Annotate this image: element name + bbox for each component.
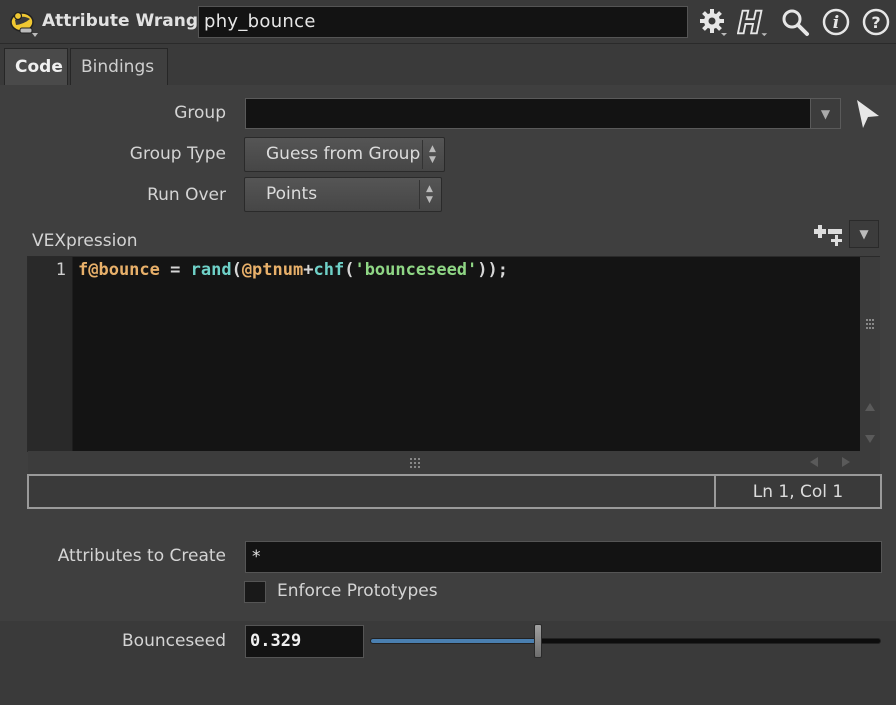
- group-type-menu[interactable]: Guess from Group ▲ ▼: [244, 137, 445, 172]
- bounceseed-label: Bounceseed: [122, 631, 226, 651]
- help-icon[interactable]: ?: [860, 6, 892, 38]
- code-token-function: chf: [313, 260, 345, 280]
- svg-text:?: ?: [871, 13, 880, 32]
- bounceseed-slider-fill: [371, 639, 539, 643]
- chevron-down-icon: ▼: [859, 227, 869, 241]
- code-line[interactable]: f@bounce = rand(@ptnum+chf('bounceseed')…: [78, 260, 508, 280]
- group-type-value: Guess from Group: [266, 144, 421, 164]
- code-token-paren: (: [231, 260, 242, 280]
- attributes-to-create-label: Attributes to Create: [57, 546, 226, 566]
- code-token-operator: +: [303, 260, 314, 280]
- run-over-value: Points: [266, 184, 318, 204]
- svg-text:i: i: [833, 13, 839, 33]
- attributes-to-create-input[interactable]: *: [245, 541, 882, 573]
- vex-snippet-menu-button[interactable]: ▼: [849, 220, 879, 248]
- code-token-attribute: f@bounce: [78, 260, 160, 280]
- group-label: Group: [174, 103, 226, 123]
- scroll-grip-icon: [410, 458, 420, 468]
- scroll-grip-icon: [866, 319, 874, 329]
- search-icon[interactable]: [779, 6, 811, 38]
- gear-icon[interactable]: [697, 6, 729, 38]
- run-over-menu[interactable]: Points ▲ ▼: [244, 177, 442, 212]
- info-icon[interactable]: i: [820, 6, 852, 38]
- line-number-gutter: [28, 257, 73, 451]
- code-token-paren: ));: [477, 260, 508, 280]
- node-name-input[interactable]: phy_bounce: [198, 6, 688, 38]
- houdini-help-icon[interactable]: [737, 6, 769, 38]
- group-type-label: Group Type: [129, 144, 226, 164]
- cursor-position-status: Ln 1, Col 1: [752, 482, 844, 502]
- bounceseed-input[interactable]: 0.329: [245, 625, 364, 658]
- create-spare-parms-icon[interactable]: [810, 220, 846, 250]
- tab-code[interactable]: Code: [4, 48, 68, 85]
- code-token-string: 'bounceseed': [354, 260, 478, 280]
- run-over-label: Run Over: [147, 185, 226, 205]
- vexpression-label: VEXpression: [32, 231, 138, 251]
- bounceseed-slider-handle[interactable]: [534, 624, 543, 658]
- editor-horizontal-scrollbar[interactable]: [28, 451, 880, 474]
- code-token-paren: (: [344, 260, 355, 280]
- code-token-operator: =: [159, 260, 191, 280]
- wrangle-node-icon[interactable]: [6, 6, 40, 38]
- group-dropdown-button[interactable]: ▼: [810, 98, 841, 129]
- node-type-label: Attribute Wrangle: [42, 11, 216, 31]
- tab-bindings[interactable]: Bindings: [70, 48, 168, 85]
- vex-code-editor[interactable]: [27, 256, 880, 452]
- editor-vertical-scrollbar[interactable]: [860, 257, 880, 451]
- code-token-function: rand: [190, 260, 232, 280]
- code-token-attribute: @ptnum: [241, 260, 304, 280]
- enforce-prototypes-checkbox[interactable]: [244, 581, 266, 603]
- select-cursor-icon[interactable]: [853, 98, 883, 130]
- group-input[interactable]: [245, 98, 840, 129]
- chevron-down-icon: ▼: [820, 106, 831, 121]
- menu-arrows-icon: ▲ ▼: [422, 140, 442, 169]
- line-number: 1: [55, 260, 66, 280]
- menu-arrows-icon: ▲ ▼: [419, 180, 439, 209]
- enforce-prototypes-label: Enforce Prototypes: [277, 581, 438, 601]
